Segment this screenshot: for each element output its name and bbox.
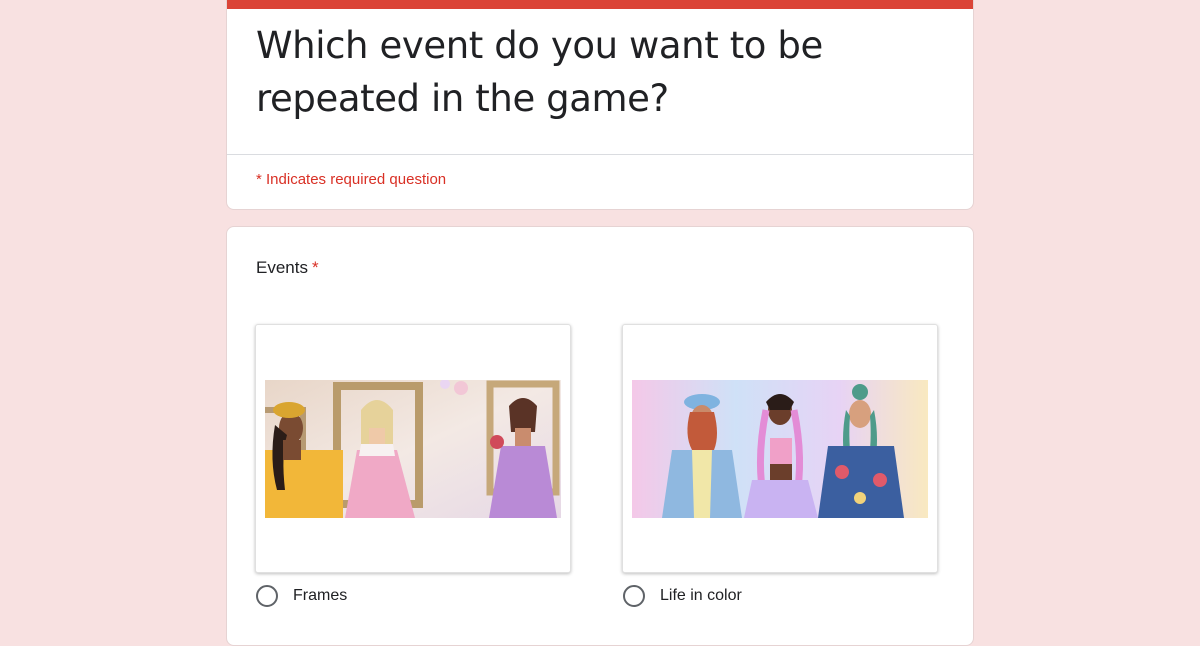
form-accent-bar xyxy=(227,0,973,9)
option-label-life-in-color: Life in color xyxy=(660,587,742,604)
frames-event-illustration xyxy=(265,380,561,518)
option-image-frames xyxy=(255,324,571,573)
option-label-frames: Frames xyxy=(293,587,348,604)
form-header-card: Which event do you want to be repeated i… xyxy=(226,0,974,210)
required-note: * Indicates required question xyxy=(256,171,447,188)
option-frames: Frames xyxy=(255,324,571,607)
form-title: Which event do you want to be repeated i… xyxy=(256,24,823,120)
required-asterisk: * xyxy=(311,258,319,277)
header-divider xyxy=(227,154,973,155)
question-card: Events * Frames Life in color xyxy=(226,226,974,646)
question-title-text: Events xyxy=(256,258,308,277)
life-in-color-event-illustration xyxy=(632,380,928,518)
option-row-life-in-color: Life in color xyxy=(622,585,938,609)
question-title: Events * xyxy=(256,258,319,278)
option-row-frames: Frames xyxy=(255,585,571,609)
radio-frames[interactable] xyxy=(256,585,278,607)
option-life-in-color: Life in color xyxy=(622,324,938,607)
option-image-life-in-color xyxy=(622,324,938,573)
radio-life-in-color[interactable] xyxy=(623,585,645,607)
